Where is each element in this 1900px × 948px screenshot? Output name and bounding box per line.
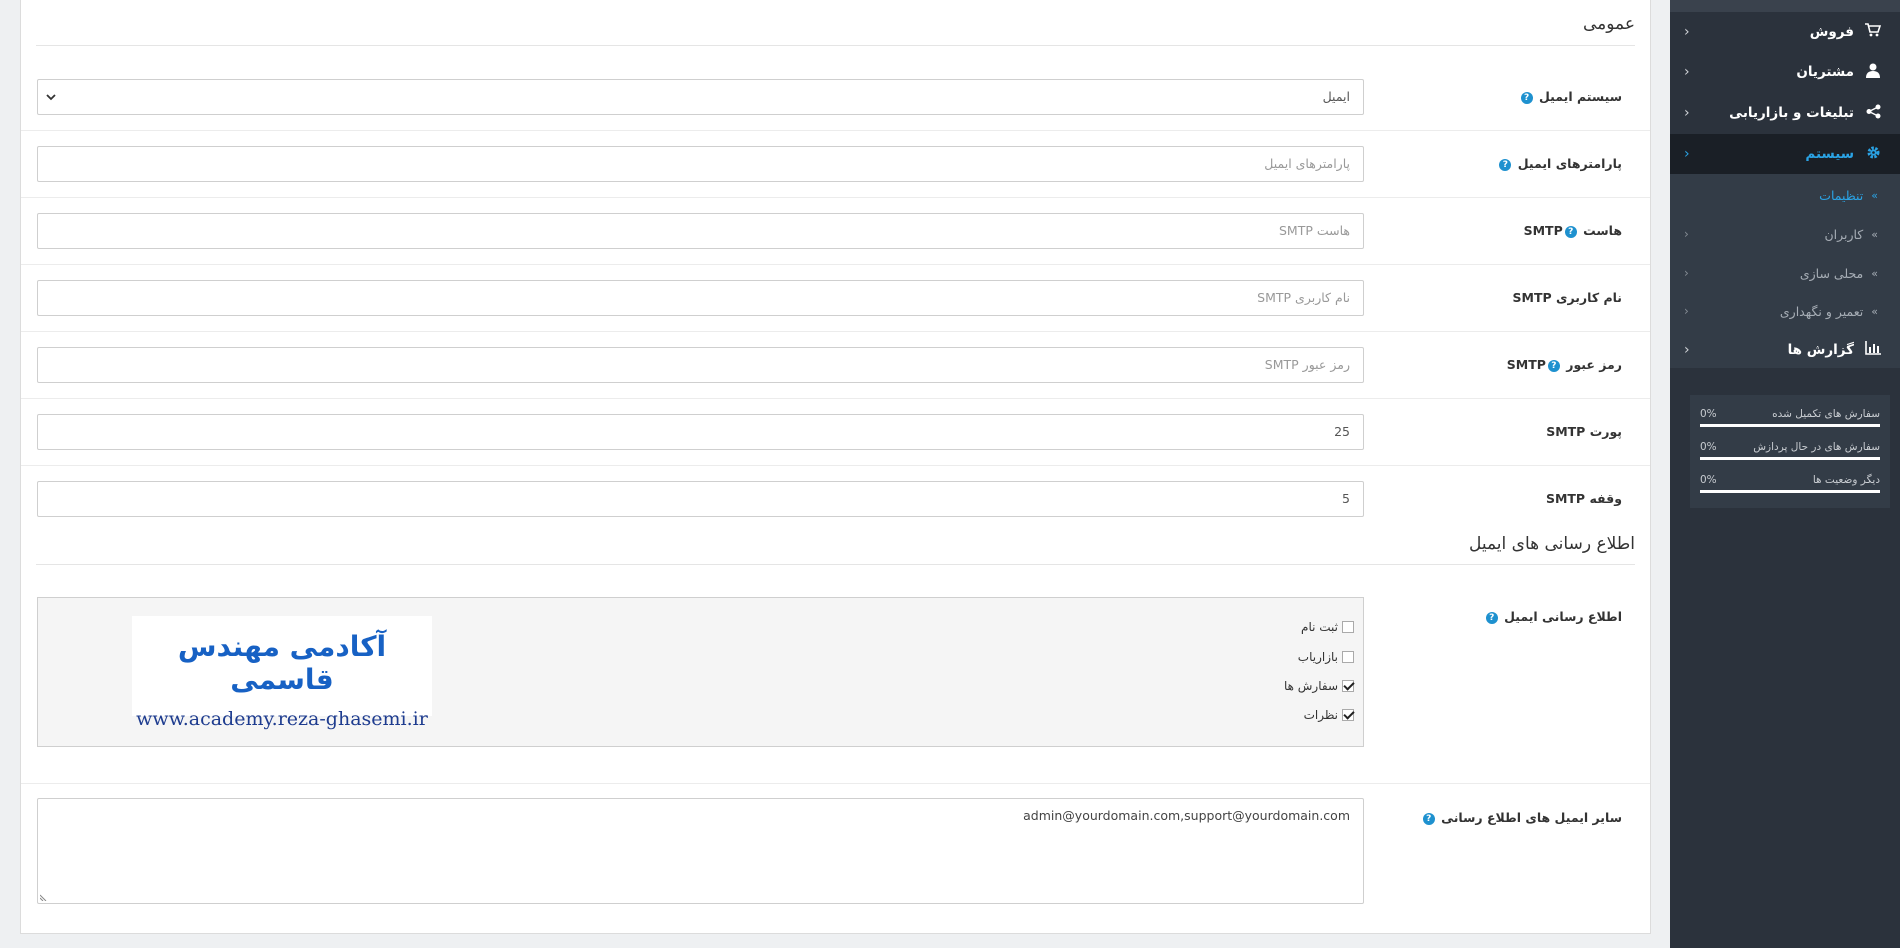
chevron-left-icon: ‹: [1684, 266, 1689, 280]
chevron-left-icon: ‹: [1684, 146, 1690, 162]
mail-alert-options: ثبت نام بازاریاب سفارش ها نظرات آکادمی م…: [37, 597, 1364, 747]
academy-watermark: آکادمی مهندس قاسمی www.academy.reza-ghas…: [132, 616, 432, 730]
help-icon[interactable]: ?: [1547, 359, 1560, 372]
mail-engine-select[interactable]: ایمیل: [37, 79, 1364, 115]
sidebar-item-customers[interactable]: مشتریان ‹: [1670, 52, 1900, 92]
checkbox-box[interactable]: [1342, 709, 1354, 721]
legend-divider: [36, 564, 1635, 565]
sidebar-subitem-maintenance[interactable]: » تعمیر و نگهداری ‹: [1670, 292, 1900, 330]
progress-bar: [1700, 457, 1880, 460]
mail-parameter-label: پارامترهای ایمیل ?: [1392, 156, 1622, 171]
checkbox-box[interactable]: [1342, 680, 1354, 692]
sidebar-item-sales[interactable]: فروش ‹: [1670, 12, 1900, 52]
mail-parameter-input[interactable]: پارامترهای ایمیل: [37, 146, 1364, 182]
extra-emails-textarea[interactable]: admin@yourdomain.com,support@yourdomain.…: [37, 798, 1364, 904]
row-divider: [21, 331, 1650, 332]
chevron-left-icon: ‹: [1684, 64, 1690, 80]
chevron-down-icon: [46, 94, 56, 101]
smtp-host-label: هاست ?SMTP: [1523, 223, 1622, 238]
share-icon: [1864, 104, 1882, 123]
mail-engine-label: سیستم ایمیل ?: [1392, 89, 1622, 104]
help-icon[interactable]: ?: [1520, 91, 1533, 104]
cart-icon: [1864, 23, 1882, 41]
row-divider: [21, 465, 1650, 466]
chevron-left-icon: ‹: [1684, 24, 1690, 40]
help-icon[interactable]: ?: [1499, 158, 1512, 171]
legend-general: عمومی: [1582, 14, 1635, 34]
checkbox-box[interactable]: [1342, 621, 1354, 633]
settings-panel: عمومی سیستم ایمیل ? ایمیل پارامترهای ایم…: [20, 0, 1651, 934]
row-divider: [21, 398, 1650, 399]
smtp-timeout-label: وقفه SMTP: [1545, 491, 1622, 506]
bar-chart-icon: [1864, 341, 1882, 359]
chevron-left-icon: ‹: [1684, 304, 1689, 318]
help-icon[interactable]: ?: [1564, 225, 1577, 238]
sidebar-subitem-localisation[interactable]: » محلی سازی ‹: [1670, 254, 1900, 292]
sidebar: فروش ‹ مشتریان ‹ تبلیغات و بازاریابی ‹ س…: [1670, 0, 1900, 948]
chevron-left-icon: ‹: [1684, 227, 1689, 241]
stat-other: دیگر وضعیت ها 0%: [1700, 474, 1880, 493]
mail-alert-label: اطلاع رسانی ایمیل ?: [1392, 609, 1622, 624]
smtp-port-label: پورت SMTP: [1546, 424, 1622, 439]
sidebar-item-reports[interactable]: گزارش ها ‹: [1670, 330, 1900, 370]
checkbox-box[interactable]: [1342, 651, 1354, 663]
chevron-left-icon: ‹: [1684, 105, 1690, 121]
watermark-url: www.academy.reza-ghasemi.ir: [136, 708, 428, 730]
sidebar-subitem-users[interactable]: » کاربران ‹: [1670, 215, 1900, 253]
sidebar-top-strip: [1670, 0, 1900, 12]
extra-emails-label: سایر ایمیل های اطلاع رسانی ?: [1392, 810, 1622, 825]
progress-bar: [1700, 424, 1880, 427]
row-divider: [21, 197, 1650, 198]
order-stats: سفارش های تکمیل شده 0% سفارش های در حال …: [1690, 395, 1890, 508]
sidebar-item-marketing[interactable]: تبلیغات و بازاریابی ‹: [1670, 93, 1900, 133]
smtp-password-label: رمز عبور ?SMTP: [1506, 357, 1622, 372]
checkbox-reviews[interactable]: نظرات: [1304, 708, 1354, 722]
row-divider: [21, 264, 1650, 265]
smtp-username-label: نام کاربری SMTP: [1512, 290, 1622, 305]
smtp-host-input[interactable]: هاست SMTP: [37, 213, 1364, 249]
sidebar-item-system[interactable]: سیستم ‹: [1670, 134, 1900, 174]
legend-divider: [36, 45, 1635, 46]
row-divider: [21, 130, 1650, 131]
double-chevron-icon: »: [1871, 227, 1878, 241]
double-chevron-icon: »: [1871, 266, 1878, 280]
sidebar-subitem-settings[interactable]: » تنظیمات: [1670, 176, 1900, 214]
help-icon[interactable]: ?: [1422, 812, 1435, 825]
smtp-password-input[interactable]: رمز عبور SMTP: [37, 347, 1364, 383]
row-divider: [21, 783, 1650, 784]
chevron-left-icon: ‹: [1684, 342, 1690, 358]
checkbox-register[interactable]: ثبت نام: [1301, 620, 1354, 634]
watermark-title: آکادمی مهندس قاسمی: [177, 630, 387, 696]
stat-complete: سفارش های تکمیل شده 0%: [1700, 408, 1880, 427]
gear-icon: [1864, 145, 1882, 164]
resize-handle-icon[interactable]: [40, 893, 48, 901]
smtp-timeout-input[interactable]: 5: [37, 481, 1364, 517]
checkbox-affiliate[interactable]: بازاریاب: [1298, 650, 1354, 664]
smtp-username-input[interactable]: نام کاربری SMTP: [37, 280, 1364, 316]
help-icon[interactable]: ?: [1485, 611, 1498, 624]
progress-bar: [1700, 490, 1880, 493]
smtp-port-input[interactable]: 25: [37, 414, 1364, 450]
stat-processing: سفارش های در حال پردازش 0%: [1700, 441, 1880, 460]
user-icon: [1864, 63, 1882, 82]
legend-mail-alerts: اطلاع رسانی های ایمیل: [1468, 534, 1635, 554]
checkbox-orders[interactable]: سفارش ها: [1284, 679, 1354, 693]
double-chevron-icon: »: [1871, 304, 1878, 318]
double-chevron-icon: »: [1871, 188, 1878, 202]
